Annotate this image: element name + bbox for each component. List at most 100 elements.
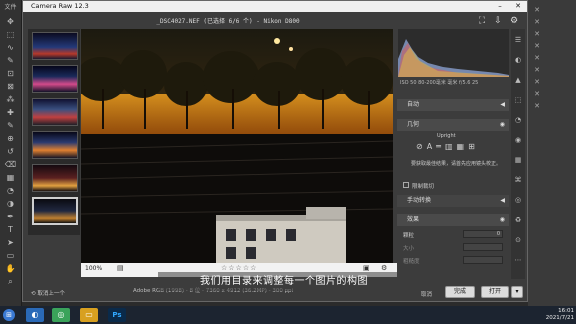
auto-section-header[interactable]: 自动 ◀ (397, 99, 509, 111)
histogram (398, 29, 509, 77)
heal-icon[interactable]: ✚ (4, 107, 17, 118)
back-link[interactable]: ⟲ 取消上一个 (31, 289, 65, 297)
filmstrip-thumb[interactable] (32, 98, 78, 126)
wechat-icon[interactable]: ◎ (52, 308, 70, 322)
panel-tab-icon[interactable]: ▲ (513, 75, 523, 85)
dialog-titlebar: Camera Raw 12.3 (23, 1, 527, 12)
panel-close-icon[interactable]: ✕ (532, 90, 542, 99)
type-icon[interactable]: T (4, 224, 17, 235)
filmstrip-thumb[interactable] (32, 65, 78, 93)
panel-tab-icon[interactable]: ◐ (513, 55, 523, 65)
geometry-label: 几何 (407, 121, 420, 128)
panel-close-icon[interactable]: ✕ (532, 78, 542, 87)
zoom-level[interactable]: 100% (85, 265, 102, 272)
save-icon[interactable]: ⇩ (491, 14, 505, 28)
open-menu-button[interactable]: ▾ (511, 286, 523, 298)
histogram-graph (398, 39, 509, 77)
panel-tab-icon[interactable]: ♻ (513, 215, 523, 225)
panel-close-icon[interactable]: ✕ (532, 102, 542, 111)
filmstrip-toggle-icon[interactable]: ▤ (117, 264, 124, 272)
panel-close-icon[interactable]: ✕ (532, 6, 542, 15)
filmstrip-thumb-selected[interactable] (32, 197, 78, 225)
chevron-icon: ◀ (500, 197, 505, 204)
panel-tab-icon[interactable]: ▦ (513, 155, 523, 165)
panel-close-icon[interactable]: ✕ (532, 66, 542, 75)
filmstrip-thumb[interactable] (32, 32, 78, 60)
grain-value-field[interactable]: 0 (463, 230, 503, 238)
grain-label: 颗粒 (403, 233, 415, 239)
panel-tab-icon[interactable]: ◔ (513, 115, 523, 125)
panel-tab-icon[interactable]: ⋯ (513, 255, 523, 265)
panel-tab-icon[interactable]: ⊙ (513, 235, 523, 245)
eye-icon[interactable]: ◉ (500, 214, 505, 226)
hand-icon[interactable]: ✋ (4, 263, 17, 274)
path-select-icon[interactable]: ➤ (4, 237, 17, 248)
geometry-section-header[interactable]: 几何 ◉ (397, 119, 509, 131)
done-button[interactable]: 完成 (445, 286, 475, 298)
panel-close-icon[interactable]: ✕ (532, 18, 542, 27)
manual-transform-header[interactable]: 手动转换 ◀ (397, 195, 509, 207)
start-icon[interactable]: ⊞ (3, 309, 15, 321)
camera-raw-dialog: Camera Raw 12.3 – ✕ _DSC4027.NEF (已选择 6/… (22, 0, 528, 302)
brush-icon[interactable]: ✎ (4, 120, 17, 131)
upright-label: Upright (437, 133, 456, 139)
top-icon-group: ⛶ ⇩ ⚙ (473, 14, 523, 28)
history-brush-icon[interactable]: ↺ (4, 146, 17, 157)
cancel-button[interactable]: 取消 (421, 290, 432, 298)
panel-tab-icon[interactable]: ⌘ (513, 175, 523, 185)
fullscreen-icon[interactable]: ⛶ (475, 14, 489, 28)
settings-icon[interactable]: ⚙ (381, 264, 387, 272)
exif-info: ISO 50 80-200毫米 毫米 f/5.6 25 (400, 80, 479, 86)
compare-view-icon[interactable]: ▣ (363, 264, 370, 272)
photoshop-right-panels: ✕ ✕ ✕ ✕ ✕ ✕ ✕ ✕ ✕ (528, 0, 576, 306)
file-name-label: _DSC4027.NEF (已选择 6/6 个) - Nikon D800 (156, 18, 300, 25)
filmstrip-thumb[interactable] (32, 131, 78, 159)
filmstrip-thumb[interactable] (32, 164, 78, 192)
upright-hint: 要获取最佳结果，请首先应用镜头校正。 (411, 161, 502, 167)
panel-close-icon[interactable]: ✕ (532, 54, 542, 63)
dodge-icon[interactable]: ◑ (4, 198, 17, 209)
eye-icon[interactable]: ◉ (500, 119, 505, 131)
browser-icon[interactable]: ◐ (26, 308, 44, 322)
blur-icon[interactable]: ◔ (4, 185, 17, 196)
marquee-icon[interactable]: ⬚ (4, 29, 17, 40)
roughness-slider[interactable] (463, 256, 503, 264)
constrain-checkbox[interactable] (403, 182, 409, 188)
close-icon[interactable]: ✕ (509, 1, 527, 12)
move-icon[interactable]: ✥ (4, 16, 17, 27)
panel-close-icon[interactable]: ✕ (532, 30, 542, 39)
image-preview[interactable] (81, 29, 393, 263)
panel-tab-icon[interactable]: ⬚ (513, 95, 523, 105)
zoom-icon[interactable]: ⌕ (4, 276, 17, 287)
shape-icon[interactable]: ▭ (4, 250, 17, 261)
rating-stars[interactable]: ☆☆☆☆☆ (221, 264, 257, 272)
effects-section-header[interactable]: 效果 ◉ (397, 214, 509, 226)
pen-icon[interactable]: ✒ (4, 211, 17, 222)
minimize-icon[interactable]: – (491, 1, 509, 12)
windows-taskbar: ⊞ ◐ ◎ ▭ Ps 16:01 2021/7/21 (0, 306, 576, 324)
size-slider[interactable] (463, 243, 503, 251)
gradient-icon[interactable]: ▦ (4, 172, 17, 183)
chevron-icon: ◀ (500, 101, 505, 108)
folder-icon[interactable]: ▭ (80, 308, 98, 322)
quick-select-icon[interactable]: ✎ (4, 55, 17, 66)
panel-tab-icon[interactable]: ◎ (513, 195, 523, 205)
frame-icon[interactable]: ⊠ (4, 81, 17, 92)
panel-tab-icon[interactable]: ☰ (513, 35, 523, 45)
upright-buttons[interactable]: ⊘A═▥▦⊞ (416, 142, 479, 151)
tool-tabs: ☰ ◐ ▲ ⬚ ◔ ◉ ▦ ⌘ ◎ ♻ ⊙ ⋯ (511, 29, 525, 279)
manual-transform-label: 手动转换 (407, 197, 432, 204)
photoshop-taskbar-button[interactable]: Ps (108, 308, 126, 322)
clock-time: 16:01 (558, 308, 574, 314)
open-button[interactable]: 打开 (481, 286, 509, 298)
gear-icon[interactable]: ⚙ (507, 14, 521, 28)
eyedropper-icon[interactable]: ⁂ (4, 94, 17, 105)
crop-icon[interactable]: ⊡ (4, 68, 17, 79)
panel-close-icon[interactable]: ✕ (532, 42, 542, 51)
stamp-icon[interactable]: ⊕ (4, 133, 17, 144)
eraser-icon[interactable]: ⌫ (4, 159, 17, 170)
ps-file-tab[interactable]: 文件 (4, 2, 17, 13)
panel-tab-icon[interactable]: ◉ (513, 135, 523, 145)
system-clock: 16:01 2021/7/21 (528, 308, 574, 322)
lasso-icon[interactable]: ∿ (4, 42, 17, 53)
